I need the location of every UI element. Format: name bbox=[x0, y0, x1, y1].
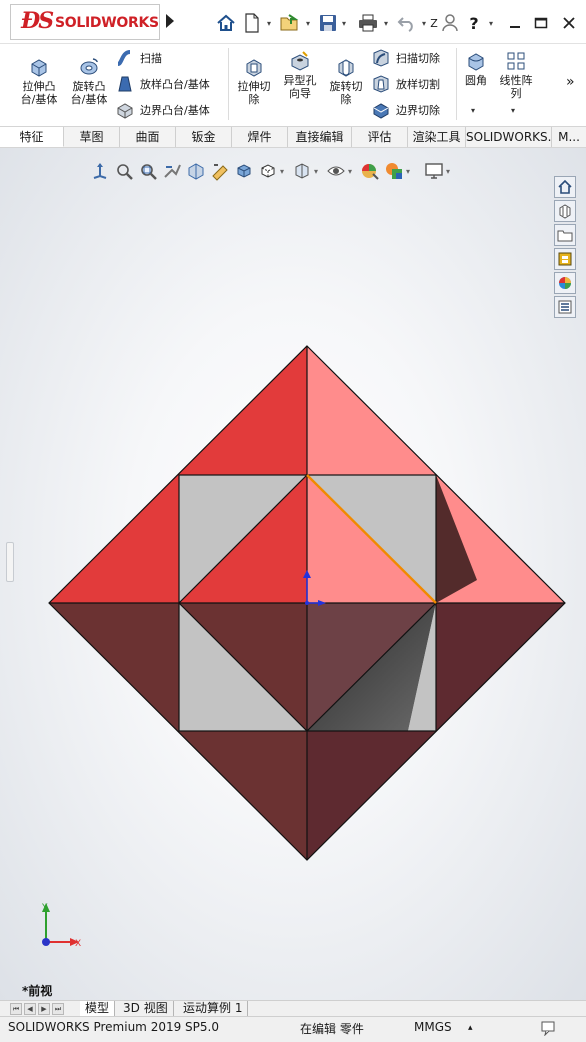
fillet-icon bbox=[468, 53, 484, 71]
revolve-boss-icon bbox=[80, 58, 98, 75]
home-icon[interactable] bbox=[214, 12, 238, 34]
open-file-dropdown[interactable]: ▾ bbox=[303, 12, 313, 34]
extrude-boss-icon bbox=[31, 59, 47, 77]
sweep-boss-label: 扫描 bbox=[140, 52, 162, 65]
revolve-cut-label: 旋转切除 bbox=[329, 80, 363, 106]
revolve-cut-button[interactable]: 旋转切除 bbox=[324, 56, 368, 106]
tab-motion-study[interactable]: 运动算例 1 bbox=[178, 1001, 249, 1017]
print-dropdown[interactable]: ▾ bbox=[381, 12, 391, 34]
command-tabs: 特征 草图 曲面 钣金 焊件 直接编辑 评估 渲染工具 SOLIDWORKS..… bbox=[0, 126, 586, 148]
fillet-label: 圆角 bbox=[465, 74, 487, 87]
user-icon[interactable] bbox=[440, 12, 460, 34]
save-dropdown[interactable]: ▾ bbox=[339, 12, 349, 34]
revolve-cut-icon bbox=[338, 59, 354, 77]
fillet-button[interactable]: 圆角 bbox=[458, 50, 494, 87]
ribbon-overflow-button[interactable]: » bbox=[566, 72, 575, 92]
tab-solidworks-addins[interactable]: SOLIDWORKS... bbox=[466, 127, 552, 147]
minimize-icon[interactable] bbox=[504, 12, 526, 34]
loft-boss-icon bbox=[118, 76, 132, 92]
hole-wizard-button[interactable]: 异型孔向导 bbox=[278, 50, 322, 100]
reference-triad bbox=[42, 903, 79, 946]
sweep-cut-label: 扫描切除 bbox=[396, 52, 440, 65]
print-icon[interactable] bbox=[356, 12, 380, 34]
hole-wizard-label: 异型孔向导 bbox=[283, 74, 317, 100]
extrude-cut-button[interactable]: 拉伸切除 bbox=[232, 56, 276, 106]
help-dropdown[interactable]: ▾ bbox=[486, 12, 496, 34]
tab-evaluate[interactable]: 评估 bbox=[352, 127, 408, 147]
save-icon[interactable] bbox=[318, 12, 338, 34]
open-file-icon[interactable] bbox=[278, 12, 302, 34]
status-edit-mode: 在编辑 零件 bbox=[300, 1022, 364, 1036]
extrude-cut-label: 拉伸切除 bbox=[237, 80, 271, 106]
tab-surfaces[interactable]: 曲面 bbox=[120, 127, 176, 147]
revolve-boss-button[interactable]: 旋转凸台/基体 bbox=[64, 56, 114, 106]
model-view-tabs: ⏮ ◀ ▶ ⏭ 模型 3D 视图 运动算例 1 bbox=[0, 1000, 586, 1017]
hole-wizard-icon bbox=[291, 51, 309, 71]
status-product-version: SOLIDWORKS Premium 2019 SP5.0 bbox=[8, 1020, 219, 1034]
tab-direct-editing[interactable]: 直接编辑 bbox=[288, 127, 352, 147]
boundary-cut-button[interactable]: 边界切除 bbox=[372, 100, 440, 120]
sweep-boss-button[interactable]: 扫描 bbox=[116, 48, 162, 68]
select-icon[interactable]: Z bbox=[428, 12, 440, 34]
view-name-label: *前视 bbox=[22, 984, 53, 998]
sweep-cut-button[interactable]: 扫描切除 bbox=[372, 48, 440, 68]
linear-pattern-dropdown[interactable]: ▾ bbox=[511, 106, 515, 115]
boundary-boss-button[interactable]: 边界凸台/基体 bbox=[116, 100, 210, 120]
last-tab-nav-button[interactable]: ⏭ bbox=[52, 1003, 64, 1015]
boundary-cut-icon bbox=[373, 103, 389, 119]
tab-weldments[interactable]: 焊件 bbox=[232, 127, 288, 147]
loft-cut-icon bbox=[373, 75, 389, 93]
brand-name: SOLIDWORKS bbox=[55, 15, 159, 31]
title-bar: ƉS SOLIDWORKS ▾ ▾ ▾ ▾ ▾ Z ? ▾ bbox=[0, 0, 586, 44]
tab-model[interactable]: 模型 bbox=[80, 1001, 116, 1017]
next-tab-nav-button[interactable]: ▶ bbox=[38, 1003, 50, 1015]
maximize-icon[interactable] bbox=[530, 12, 552, 34]
sweep-boss-icon bbox=[117, 50, 131, 66]
status-units[interactable]: MMGS bbox=[414, 1020, 452, 1034]
ribbon-separator bbox=[456, 48, 457, 120]
ribbon-separator bbox=[228, 48, 229, 120]
status-tooltip-icon[interactable] bbox=[540, 1020, 558, 1039]
linear-pattern-icon bbox=[507, 52, 525, 70]
triad-x-label: X bbox=[75, 939, 81, 949]
tab-sketch[interactable]: 草图 bbox=[64, 127, 120, 147]
extrude-boss-label: 拉伸凸台/基体 bbox=[20, 80, 58, 106]
units-caret-icon[interactable]: ▴ bbox=[468, 1023, 473, 1033]
linear-pattern-label: 线性阵列 bbox=[499, 74, 533, 100]
status-bar: SOLIDWORKS Premium 2019 SP5.0 在编辑 零件 MMG… bbox=[0, 1016, 586, 1042]
solidworks-logo[interactable]: ƉS SOLIDWORKS bbox=[10, 4, 160, 40]
revolve-boss-label: 旋转凸台/基体 bbox=[70, 80, 108, 106]
menu-expand-arrow-icon[interactable] bbox=[166, 14, 174, 28]
loft-cut-button[interactable]: 放样切割 bbox=[372, 74, 440, 94]
undo-icon[interactable] bbox=[396, 12, 418, 34]
boundary-boss-icon bbox=[117, 103, 133, 119]
graphics-area[interactable]: ▾ ▾ ▾ ▾ ▾ Y X *前视 bbox=[0, 148, 586, 1000]
tab-more[interactable]: M... bbox=[552, 127, 586, 147]
extrude-cut-icon bbox=[246, 59, 262, 77]
help-icon[interactable]: ? bbox=[466, 12, 482, 34]
boundary-cut-label: 边界切除 bbox=[396, 104, 440, 117]
triad-y-label: Y bbox=[41, 903, 48, 913]
previous-tab-nav-button[interactable]: ◀ bbox=[24, 1003, 36, 1015]
fillet-dropdown[interactable]: ▾ bbox=[471, 106, 475, 115]
sweep-cut-icon bbox=[373, 49, 389, 67]
linear-pattern-button[interactable]: 线性阵列 bbox=[496, 50, 536, 100]
new-file-icon[interactable] bbox=[242, 12, 262, 34]
tab-3d-views[interactable]: 3D 视图 bbox=[118, 1001, 174, 1017]
new-file-dropdown[interactable]: ▾ bbox=[264, 12, 274, 34]
first-tab-nav-button[interactable]: ⏮ bbox=[10, 1003, 22, 1015]
ds-logo-icon: ƉS bbox=[21, 8, 54, 34]
loft-cut-label: 放样切割 bbox=[396, 78, 440, 91]
boundary-boss-label: 边界凸台/基体 bbox=[140, 104, 210, 117]
extrude-boss-button[interactable]: 拉伸凸台/基体 bbox=[14, 56, 64, 106]
loft-boss-label: 放样凸台/基体 bbox=[140, 78, 210, 91]
tab-features[interactable]: 特征 bbox=[0, 127, 64, 147]
tab-sheet-metal[interactable]: 钣金 bbox=[176, 127, 232, 147]
model-front-view[interactable]: Y X bbox=[0, 148, 586, 1000]
close-icon[interactable] bbox=[558, 12, 580, 34]
loft-boss-button[interactable]: 放样凸台/基体 bbox=[116, 74, 210, 94]
command-manager-ribbon: 拉伸凸台/基体 旋转凸台/基体 扫描 放样凸台/基体 边界凸台/基体 拉伸切除 … bbox=[0, 44, 586, 126]
tab-render-tools[interactable]: 渲染工具 bbox=[408, 127, 466, 147]
